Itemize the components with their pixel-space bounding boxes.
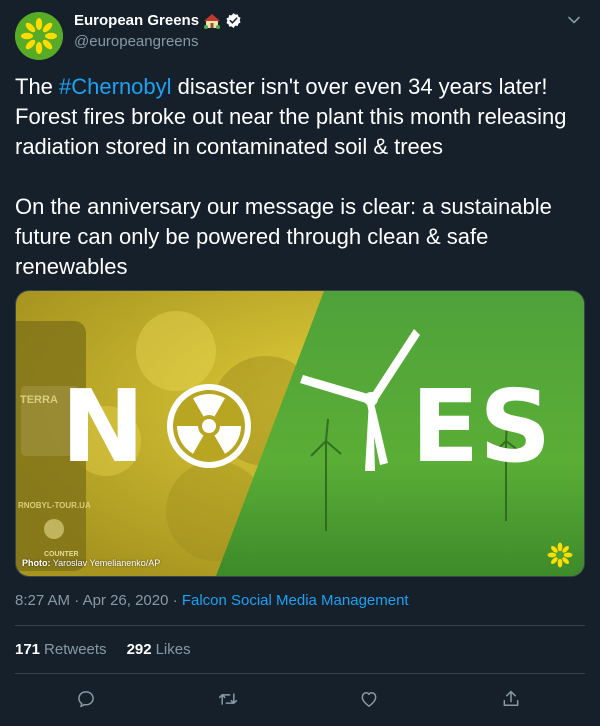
likes-stat[interactable]: 292 Likes bbox=[127, 641, 191, 658]
retweet-button[interactable] bbox=[213, 684, 243, 714]
tweet-media-image[interactable]: TERRA RNOBYL-TOUR.UA COUNTER N ES Photo:… bbox=[15, 290, 585, 577]
likes-count: 292 bbox=[126, 641, 152, 658]
tweet-date[interactable]: Apr 26, 2020 bbox=[83, 592, 169, 609]
tweet-text: The #Chernobyl disaster isn't over even … bbox=[15, 72, 585, 282]
meter-site: RNOBYL-TOUR.UA bbox=[18, 501, 91, 510]
tweet-paragraph-2: On the anniversary our message is clear:… bbox=[15, 194, 552, 279]
avatar[interactable] bbox=[15, 12, 63, 60]
meter-radiation-icon bbox=[44, 519, 64, 539]
divider bbox=[15, 625, 585, 626]
tweet-meta: 8:27 AM · Apr 26, 2020 · Falcon Social M… bbox=[15, 592, 409, 609]
meta-separator: · bbox=[70, 592, 83, 609]
chevron-down-icon[interactable] bbox=[566, 12, 582, 28]
hashtag-link[interactable]: #Chernobyl bbox=[59, 74, 172, 99]
meter-label: COUNTER bbox=[44, 551, 79, 558]
tweet-paragraph-1: The #Chernobyl disaster isn't over even … bbox=[15, 72, 585, 162]
share-button[interactable] bbox=[496, 684, 526, 714]
tweet-time[interactable]: 8:27 AM bbox=[15, 592, 70, 609]
radiation-symbol-icon bbox=[167, 384, 251, 468]
sunflower-logo-icon bbox=[15, 12, 63, 60]
reply-icon bbox=[78, 691, 94, 708]
tweet-actions bbox=[0, 684, 600, 716]
headline-yes-letters: ES bbox=[411, 368, 551, 485]
house-emoji-icon bbox=[204, 13, 221, 29]
meter-brand: TERRA bbox=[20, 394, 58, 406]
photo-credit-label: Photo: bbox=[22, 558, 51, 568]
photo-credit: Photo: Yaroslav Yemelianenko/AP bbox=[22, 558, 160, 568]
like-icon bbox=[361, 692, 377, 707]
tweet-text-lead: The bbox=[15, 74, 60, 99]
reply-button[interactable] bbox=[71, 684, 101, 714]
retweet-icon bbox=[218, 693, 238, 705]
tweet: European Greens @europeangreens The #Che… bbox=[0, 0, 600, 726]
share-icon bbox=[503, 690, 519, 706]
display-name[interactable]: European Greens bbox=[74, 12, 199, 29]
photo-credit-name: Yaroslav Yemelianenko/AP bbox=[50, 558, 161, 568]
meta-separator-2: · bbox=[168, 592, 182, 609]
no-yes-graphic: TERRA RNOBYL-TOUR.UA COUNTER N ES bbox=[16, 291, 584, 576]
retweets-label: Retweets bbox=[44, 641, 107, 658]
retweets-stat[interactable]: 171 Retweets bbox=[15, 641, 107, 658]
like-button[interactable] bbox=[354, 684, 384, 714]
handle[interactable]: @europeangreens bbox=[74, 33, 198, 50]
tweet-source-link[interactable]: Falcon Social Media Management bbox=[182, 592, 409, 609]
verified-badge-icon bbox=[226, 13, 241, 28]
retweets-count: 171 bbox=[15, 641, 41, 658]
likes-label: Likes bbox=[155, 641, 191, 658]
author-name-row[interactable]: European Greens bbox=[74, 12, 242, 29]
divider bbox=[15, 673, 585, 674]
headline-no-letter: N bbox=[61, 368, 145, 485]
tweet-stats: 171 Retweets 292 Likes bbox=[15, 641, 191, 658]
